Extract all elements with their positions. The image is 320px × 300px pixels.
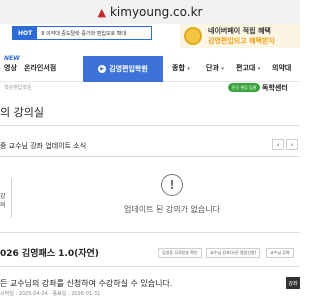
empty-message: 업데이트 된 강의가 없습니다 [124, 205, 220, 214]
menu-medical[interactable]: 의약대 [272, 63, 291, 73]
hot-news-text[interactable]: 8 의약대 중도탈락 증가와 편입모호 확대 [37, 30, 126, 37]
exclamation-circle-icon: ! [161, 174, 183, 196]
nav-item-video[interactable]: 영상 [4, 63, 17, 73]
lecture-side-tab-label: 강의 [0, 193, 6, 209]
course-open-request-button[interactable]: 교수님 강좌(오픈 일람신청) [206, 248, 261, 258]
pass-dates: 시작일 : 2025-04-24 · 종료일 : 2026-01-31 [0, 291, 101, 297]
end-label: 종료일 [52, 291, 67, 297]
chevron-down-icon: ▾ [257, 66, 261, 72]
menu-medical-label: 의약대 [272, 64, 292, 72]
admission-results-button[interactable]: 전국 편입 입결 [228, 83, 260, 92]
promo-banner[interactable]: 네이버페이 적립 혜택 김영편입되고 혜택받자 [180, 24, 300, 48]
pass-header: 026 김영패스 1.0(자연) 김영동 무료방송 확인 교수님 강좌(오픈 일… [0, 240, 300, 260]
hot-news-banner[interactable]: HOT 8 의약대 중도탈락 증가와 편입모호 확대 [12, 26, 152, 40]
new-badge: NEW [4, 55, 20, 62]
divider [0, 125, 300, 126]
prev-button[interactable]: ‹ [272, 139, 284, 150]
breadcrumb[interactable]: 학원편입학원 [4, 84, 32, 91]
end-date: 2026-01-31 [71, 291, 101, 297]
tab-kimyoung-academy[interactable]: ▶ 김영편입학원 [83, 56, 163, 82]
play-icon: ▶ [98, 65, 107, 73]
start-date: 2025-04-24 [18, 291, 48, 297]
main-nav: NEW 영상 온라인서점 ▶ 김영편입학원 종합 ▾ 단과 ▾ 편고대 ▾ 의약… [0, 52, 300, 82]
chevron-down-icon: ▾ [221, 66, 224, 72]
sub-bar: 학원편입학원 전국 편입 입결 독학센터 [0, 82, 300, 94]
lecture-side-tab[interactable]: 강의 [0, 178, 12, 218]
divider [0, 156, 300, 157]
separator-dot: · [49, 291, 51, 297]
menu-pyeongodae[interactable]: 편고대 ▾ [236, 63, 260, 73]
url-text[interactable]: kimyoung.co.kr [110, 5, 202, 19]
professor-courses-button[interactable]: 교수님 강좌 [266, 248, 294, 258]
menu-single-course-label: 단과 [206, 64, 219, 72]
updates-header: 중 교수님 강좌 업데이트 소식 ‹ › [0, 138, 300, 154]
chevron-down-icon: ▾ [187, 66, 190, 72]
menu-single-course[interactable]: 단과 ▾ [206, 63, 224, 73]
tab-kimyoung-academy-label: 김영편입학원 [109, 65, 148, 73]
not-secure-warning-icon[interactable]: ▲ [98, 7, 106, 18]
divider [0, 232, 300, 233]
menu-comprehensive-label: 종합 [172, 64, 185, 72]
browser-url-bar[interactable]: ▲ kimyoung.co.kr [0, 0, 300, 24]
menu-comprehensive[interactable]: 종합 ▾ [172, 63, 190, 73]
free-broadcast-button[interactable]: 김영동 무료방송 확인 [158, 248, 202, 258]
nav-item-online-bookstore[interactable]: 온라인서점 [24, 63, 56, 73]
updates-body: 강의 ! 업데이트 된 강의가 없습니다 [0, 158, 300, 226]
divider [0, 266, 300, 267]
next-button[interactable]: › [286, 139, 298, 150]
notice-text: 든 교수님의 강좌를 신청하여 수강하실 수 있습니다. [0, 279, 173, 288]
self-study-center-link[interactable]: 독학센터 [262, 83, 288, 93]
page-title: 의 강의실 [0, 106, 44, 119]
promo-line-2: 김영편입되고 혜택받자 [208, 37, 275, 45]
menu-pyeongodae-label: 편고대 [236, 64, 256, 72]
hot-badge: HOT [13, 27, 38, 39]
coin-icon [184, 27, 202, 45]
updates-title: 중 교수님 강좌 업데이트 소식 [0, 142, 87, 150]
promo-line-1: 네이버페이 적립 혜택 [208, 27, 271, 35]
top-banner-row: HOT 8 의약대 중도탈락 증가와 편입모호 확대 네이버페이 적립 혜택 김… [0, 24, 300, 50]
course-button[interactable]: 강좌 [286, 277, 300, 289]
start-label: 시작일 [0, 291, 14, 297]
pass-title: 026 김영패스 1.0(자연) [0, 249, 99, 259]
pass-notice: 든 교수님의 강좌를 신청하여 수강하실 수 있습니다. 강좌 시작일 : 20… [0, 270, 300, 300]
